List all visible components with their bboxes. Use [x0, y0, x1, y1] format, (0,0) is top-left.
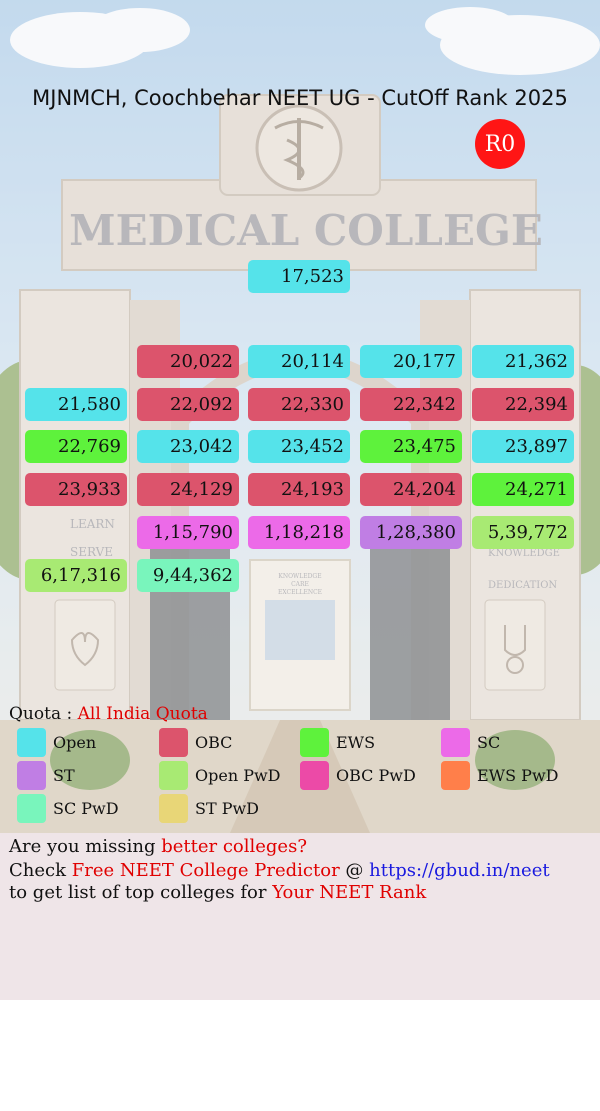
promo-highlight: better colleges? — [161, 836, 307, 857]
rank-cell: 1,18,218 — [248, 516, 350, 549]
legend-item: EWS — [300, 727, 376, 757]
rank-cell: 23,897 — [472, 430, 574, 463]
legend-label: Open — [53, 732, 97, 752]
legend-swatch — [441, 727, 470, 757]
rank-cell: 23,042 — [137, 430, 239, 463]
legend-item: Open PwD — [159, 760, 281, 790]
rank-cell: 22,394 — [472, 388, 574, 421]
legend-label: ST — [53, 765, 75, 785]
promo-text: to get list of top colleges for — [9, 882, 273, 903]
promo-line-1: Are you missing better colleges? — [9, 836, 307, 857]
legend-swatch — [17, 793, 46, 823]
promo-line-2: Check Free NEET College Predictor @ http… — [9, 860, 550, 881]
promo-text: @ — [339, 860, 370, 881]
promo-panel — [0, 833, 600, 1000]
legend-item: EWS PwD — [441, 760, 559, 790]
legend-item: OBC — [159, 727, 233, 757]
rank-cell: 6,17,316 — [25, 559, 127, 592]
legend-label: OBC — [195, 732, 233, 752]
legend-item: SC — [441, 727, 501, 757]
quota-label: Quota : — [9, 704, 73, 724]
rank-cell: 1,15,790 — [137, 516, 239, 549]
rank-cell: 24,271 — [472, 473, 574, 506]
rank-cell: 24,193 — [248, 473, 350, 506]
legend-swatch — [159, 760, 188, 790]
legend-item: Open — [17, 727, 97, 757]
legend-label: ST PwD — [195, 798, 260, 818]
legend-label: OBC PwD — [336, 765, 416, 785]
legend-label: EWS — [336, 732, 376, 752]
rank-cell: 20,022 — [137, 345, 239, 378]
rank-cell: 22,092 — [137, 388, 239, 421]
legend-item: OBC PwD — [300, 760, 416, 790]
rank-cell: 23,452 — [248, 430, 350, 463]
rank-cell: 1,28,380 — [360, 516, 462, 549]
legend-swatch — [441, 760, 470, 790]
promo-highlight: Your NEET Rank — [272, 882, 427, 903]
legend-item: ST — [17, 760, 75, 790]
promo-text: Check — [9, 860, 72, 881]
page-title: MJNMCH, Coochbehar NEET UG - CutOff Rank… — [32, 86, 568, 110]
rank-cell: 22,769 — [25, 430, 127, 463]
quota-line: Quota : All India Quota — [9, 704, 208, 724]
rank-cell: 21,362 — [472, 345, 574, 378]
legend-item: SC PwD — [17, 793, 119, 823]
rank-cell: 21,580 — [25, 388, 127, 421]
legend-item: ST PwD — [159, 793, 260, 823]
rank-cell: 23,933 — [25, 473, 127, 506]
legend-swatch — [159, 727, 188, 757]
rank-cell: 22,330 — [248, 388, 350, 421]
legend-label: SC PwD — [53, 798, 119, 818]
legend-swatch — [17, 727, 46, 757]
legend-label: SC — [477, 732, 501, 752]
legend-label: Open PwD — [195, 765, 281, 785]
rank-cell: 20,177 — [360, 345, 462, 378]
rank-cell: 9,44,362 — [137, 559, 239, 592]
predictor-url-link[interactable]: https://gbud.in/neet — [369, 860, 549, 881]
rank-cell: 24,204 — [360, 473, 462, 506]
legend-swatch — [159, 793, 188, 823]
rank-cell: 22,342 — [360, 388, 462, 421]
predictor-link[interactable]: Free NEET College Predictor — [72, 860, 340, 881]
round-badge: R0 — [475, 119, 525, 169]
promo-text: Are you missing — [9, 836, 162, 857]
rank-cell: 24,129 — [137, 473, 239, 506]
legend-swatch — [300, 760, 329, 790]
promo-line-3: to get list of top colleges for Your NEE… — [9, 882, 426, 903]
legend-swatch — [300, 727, 329, 757]
legend-label: EWS PwD — [477, 765, 559, 785]
legend-swatch — [17, 760, 46, 790]
quota-value: All India Quota — [77, 704, 208, 724]
rank-cell: 5,39,772 — [472, 516, 574, 549]
rank-cell: 17,523 — [248, 260, 350, 293]
rank-cell: 20,114 — [248, 345, 350, 378]
rank-cell: 23,475 — [360, 430, 462, 463]
